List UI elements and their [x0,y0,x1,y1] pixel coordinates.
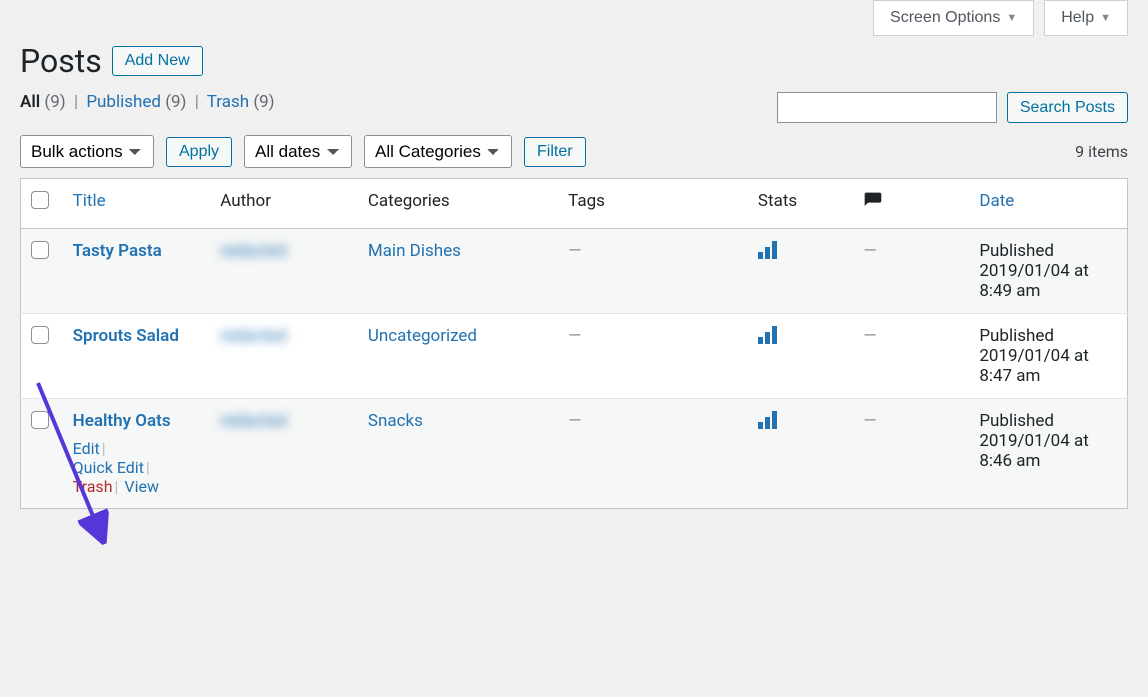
help-label: Help [1061,9,1094,27]
comment-bubble-icon [863,196,883,216]
author-link[interactable]: redacted [220,326,287,346]
table-row: Healthy Oats Edit| Quick Edit| Trash| Vi… [21,399,1128,509]
tags-cell: — [568,326,581,346]
stats-link[interactable] [758,244,777,264]
date-cell: Published2019/01/04 at 8:49 am [969,229,1127,314]
col-comments [853,179,969,229]
col-title[interactable]: Title [73,191,106,211]
author-link[interactable]: redacted [220,241,287,261]
screen-options-button[interactable]: Screen Options ▼ [873,0,1034,36]
caret-down-icon: ▼ [1100,12,1111,24]
trash-link[interactable]: Trash [73,477,113,496]
bar-chart-icon [758,326,777,344]
table-row: Tasty Pasta redacted Main Dishes — — Pub… [21,229,1128,314]
row-checkbox[interactable] [31,411,49,429]
screen-options-label: Screen Options [890,9,1000,27]
category-link[interactable]: Snacks [368,411,423,431]
bar-chart-icon [758,411,777,429]
date-cell: Published2019/01/04 at 8:46 am [969,399,1127,509]
date-cell: Published2019/01/04 at 8:47 am [969,314,1127,399]
tags-cell: — [568,411,581,431]
category-link[interactable]: Uncategorized [368,326,477,346]
date-filter-select[interactable]: All dates [244,135,352,168]
filter-all[interactable]: All (9) [20,92,66,112]
col-stats: Stats [748,179,853,229]
table-row: Sprouts Salad redacted Uncategorized — —… [21,314,1128,399]
add-new-button[interactable]: Add New [112,46,203,76]
search-posts-button[interactable]: Search Posts [1007,92,1128,123]
apply-button[interactable]: Apply [166,137,232,167]
bulk-actions-select[interactable]: Bulk actions [20,135,154,168]
col-date[interactable]: Date [979,191,1014,211]
filter-trash[interactable]: Trash (9) [207,92,275,112]
comments-cell: — [863,326,876,346]
filter-published[interactable]: Published (9) [86,92,186,112]
item-count: 9 items [1075,142,1128,161]
bar-chart-icon [758,241,777,259]
edit-link[interactable]: Edit [73,439,100,458]
caret-down-icon: ▼ [1006,12,1017,24]
col-categories: Categories [358,179,558,229]
row-checkbox[interactable] [31,326,49,344]
row-checkbox[interactable] [31,241,49,259]
tags-cell: — [568,241,581,261]
col-author: Author [210,179,358,229]
filter-button[interactable]: Filter [524,137,586,167]
row-actions: Edit| Quick Edit| Trash| View [73,439,201,496]
status-filters: All (9) | Published (9) | Trash (9) [20,92,275,112]
col-tags: Tags [558,179,748,229]
page-title: Posts [20,42,102,80]
post-title-link[interactable]: Sprouts Salad [73,326,179,346]
stats-link[interactable] [758,329,777,349]
comments-cell: — [863,241,876,261]
search-input[interactable] [777,92,997,123]
quick-edit-link[interactable]: Quick Edit [73,458,144,477]
category-filter-select[interactable]: All Categories [364,135,512,168]
category-link[interactable]: Main Dishes [368,241,461,261]
comments-cell: — [863,411,876,431]
stats-link[interactable] [758,414,777,434]
help-button[interactable]: Help ▼ [1044,0,1128,36]
select-all-checkbox[interactable] [31,191,49,209]
author-link[interactable]: redacted [220,411,287,431]
view-link[interactable]: View [124,477,159,496]
post-title-link[interactable]: Healthy Oats [73,411,171,431]
post-title-link[interactable]: Tasty Pasta [73,241,162,261]
